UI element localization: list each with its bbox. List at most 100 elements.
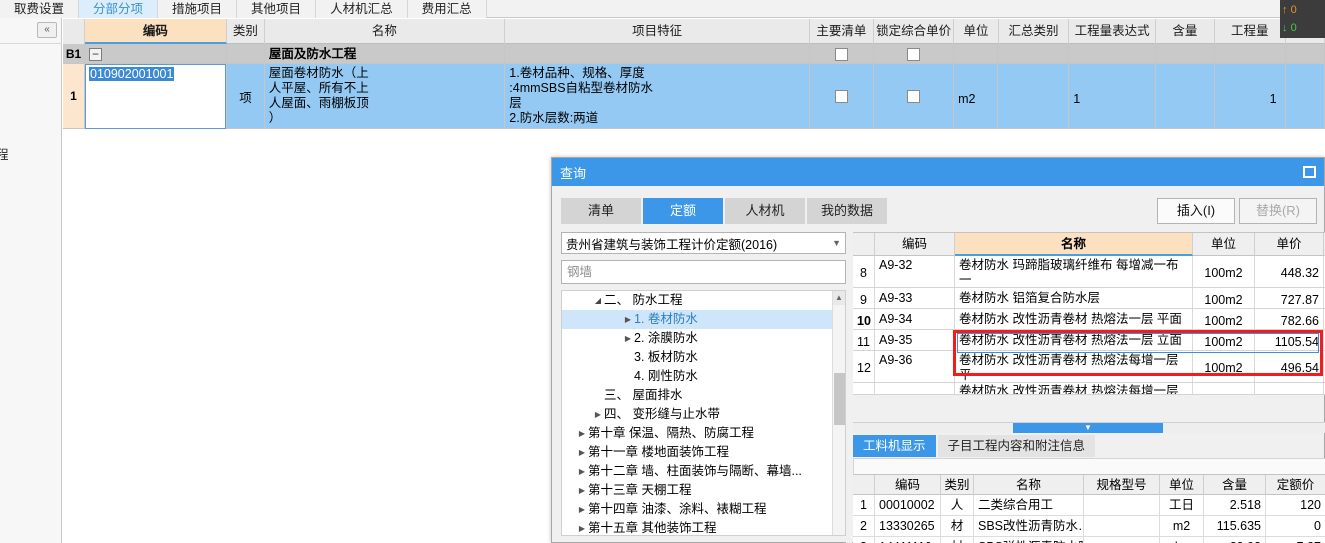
library-select[interactable]: 贵州省建筑与装饰工程计价定额(2016) ▼ [561, 232, 846, 254]
tree-node-变形缝与止水带[interactable]: ▶ 四、 变形缝与止水带 [562, 405, 845, 424]
scroll-up-icon[interactable]: ▲ [833, 291, 845, 305]
tab-人材机[interactable]: 人材机 [725, 198, 805, 224]
col-工程量表达式[interactable]: 工程量表达式 [1069, 19, 1156, 44]
expand-arrow-icon[interactable]: ▶ [576, 481, 588, 500]
row-expander-icon[interactable]: − [89, 48, 102, 61]
expand-arrow-icon[interactable]: ▶ [622, 310, 634, 329]
cell-主要清单[interactable] [810, 64, 874, 129]
col-项目特征[interactable]: 项目特征 [505, 19, 810, 44]
cell-工程量表达式[interactable]: 1 [1069, 64, 1156, 129]
cell-含量[interactable] [1156, 64, 1215, 129]
result-grid-hscrollbar[interactable]: ▼ [853, 422, 1325, 433]
expand-arrow-icon[interactable]: ◢ [592, 291, 604, 310]
panel-splitter[interactable] [846, 232, 852, 543]
tree-node-防水工程[interactable]: ◢ 二、 防水工程 [562, 291, 845, 310]
col-主要清单[interactable]: 主要清单 [810, 19, 874, 44]
tree-node-卷材防水[interactable]: ▶ 1. 卷材防水 [562, 310, 845, 329]
tab-分部分项[interactable]: 分部分项 [79, 0, 159, 18]
col-编码[interactable]: 编码 [875, 475, 941, 495]
tree-node-第十三章[interactable]: ▶ 第十三章 天棚工程 [562, 481, 845, 500]
tab-工料机显示[interactable]: 工料机显示 [853, 435, 936, 457]
search-box[interactable] [561, 260, 846, 284]
tab-取费设置[interactable]: 取费设置 [0, 0, 80, 18]
filter-row[interactable] [853, 458, 1325, 474]
col-单位[interactable]: 单位 [954, 19, 999, 44]
tree-scroll-thumb[interactable] [834, 373, 845, 425]
checkbox-主要清单[interactable] [834, 47, 848, 61]
col-名称[interactable]: 名称 [265, 19, 506, 44]
expand-arrow-icon[interactable]: ▶ [576, 424, 588, 443]
tab-清单[interactable]: 清单 [561, 198, 641, 224]
tab-我的数据[interactable]: 我的数据 [807, 198, 887, 224]
maximize-icon[interactable] [1303, 166, 1316, 178]
cell-锁定综合单价[interactable] [874, 64, 955, 129]
col-含量[interactable]: 含量 [1156, 19, 1215, 44]
checkbox-锁定综合单价[interactable] [906, 47, 920, 61]
table-row[interactable]: 3 14411110 材 SBS弹性沥青防水胶 kg 28.92 7.87 [853, 537, 1325, 543]
cell-综合[interactable] [1286, 64, 1325, 129]
table-row[interactable]: 9 A9-33 卷材防水 铝箔复合防水层 100m2 727.87 [853, 288, 1325, 309]
tree-node-第十四章[interactable]: ▶ 第十四章 油漆、涂料、裱糊工程 [562, 500, 845, 519]
expand-arrow-icon[interactable]: ▶ [576, 500, 588, 519]
col-含量[interactable]: 含量 [1204, 475, 1266, 495]
col-工程量[interactable]: 工程量 [1215, 19, 1286, 44]
col-编码[interactable]: 编码 [84, 19, 228, 44]
cell-锁定综合单价[interactable] [874, 44, 955, 64]
table-row[interactable]: 1 00010002 人 二类综合用工 工日 2.518 120 [853, 495, 1325, 516]
tree-scrollbar[interactable]: ▲ [832, 291, 845, 535]
tab-费用汇总[interactable]: 费用汇总 [407, 0, 487, 18]
col-编码[interactable]: 编码 [875, 233, 955, 256]
tree-node-第十一章[interactable]: ▶ 第十一章 楼地面装饰工程 [562, 443, 845, 462]
expand-arrow-icon[interactable]: ▶ [622, 329, 634, 348]
collapse-panel-icon[interactable]: « [37, 22, 57, 38]
cell-工程量[interactable]: 1 [1215, 64, 1286, 129]
col-名称[interactable]: 名称 [974, 475, 1084, 495]
tree-node-第十章[interactable]: ▶ 第十章 保温、隔热、防腐工程 [562, 424, 845, 443]
table-row[interactable]: 12 A9-36 卷材防水 改性沥青卷材 热熔法每增一层 平 面 100m2 4… [853, 351, 1325, 383]
col-锁定综合单价[interactable]: 锁定综合单价 [874, 19, 955, 44]
tree-node-涂膜防水[interactable]: ▶ 2. 涂膜防水 [562, 329, 845, 348]
tree-node-第十五章[interactable]: ▶ 第十五章 其他装饰工程 [562, 519, 845, 535]
table-row[interactable]: 11 A9-35 卷材防水 改性沥青卷材 热熔法一层 立面 100m2 1105… [853, 330, 1325, 351]
tab-人材机汇总[interactable]: 人材机汇总 [316, 0, 408, 18]
table-row[interactable]: 卷材防水 改性沥青卷材 热熔法每增一层 立 [853, 383, 1325, 395]
tab-措施项目[interactable]: 措施项目 [158, 0, 238, 18]
tab-其他项目[interactable]: 其他项目 [237, 0, 317, 18]
col-单位[interactable]: 单位 [1160, 475, 1204, 495]
col-名称[interactable]: 名称 [955, 233, 1193, 256]
expand-arrow-icon[interactable]: ▶ [576, 462, 588, 481]
col-类别[interactable]: 类别 [941, 475, 974, 495]
table-row[interactable]: 2 13330265 材 SBS改性沥青防水… m2 115.635 0 [853, 516, 1325, 537]
tab-子目工程内容和附注信息[interactable]: 子目工程内容和附注信息 [937, 435, 1096, 457]
category-tree[interactable]: ◢ 二、 防水工程 ▶ 1. 卷材防水 ▶ 2. 涂膜防水 3. 板材防水 4. 刚性… [561, 290, 846, 536]
network-speed-widget[interactable]: ↑ 0 ↓ 0 [1280, 0, 1325, 38]
code-editor[interactable]: 010902001001 [85, 64, 227, 129]
cell-主要清单[interactable] [810, 44, 874, 64]
chevron-down-icon[interactable]: ▼ [832, 238, 841, 248]
tree-node-屋面排水[interactable]: 三、 屋面排水 [562, 386, 845, 405]
col-单价[interactable]: 单价 [1255, 233, 1324, 256]
checkbox-主要清单[interactable] [834, 90, 848, 103]
expand-arrow-icon[interactable]: ▶ [576, 519, 588, 535]
col-汇总类别[interactable]: 汇总类别 [999, 19, 1070, 44]
table-row[interactable]: 10 A9-34 卷材防水 改性沥青卷材 热熔法一层 平面 100m2 782.… [853, 309, 1325, 330]
checkbox-锁定综合单价[interactable] [906, 90, 920, 103]
col-规格型号[interactable]: 规格型号 [1084, 475, 1160, 495]
tree-node-刚性防水[interactable]: 4. 刚性防水 [562, 367, 845, 386]
tree-node-板材防水[interactable]: 3. 板材防水 [562, 348, 845, 367]
hscroll-thumb[interactable]: ▼ [1013, 423, 1163, 433]
cell-单位[interactable]: m2 [954, 64, 999, 129]
search-input[interactable] [567, 265, 840, 279]
insert-button[interactable]: 插入(I) [1157, 198, 1235, 224]
col-类别[interactable]: 类别 [227, 19, 265, 44]
tree-node-第十二章[interactable]: ▶ 第十二章 墙、柱面装饰与隔断、幕墙... [562, 462, 845, 481]
col-定额价[interactable]: 定额价 [1266, 475, 1325, 495]
table-row[interactable]: 1 010902001001 项 屋面卷材防水（上 人平屋、所有不上 人屋面、雨… [63, 64, 1325, 129]
expand-arrow-icon[interactable]: ▶ [592, 405, 604, 424]
cell-编码[interactable]: 010902001001 [85, 64, 228, 129]
dialog-titlebar[interactable]: 查询 [552, 158, 1324, 186]
cell-汇总类别[interactable] [998, 64, 1070, 129]
table-row[interactable]: 8 A9-32 卷材防水 玛蹄脂玻璃纤维布 每增减一布一 油 立面 100m2 … [853, 256, 1325, 288]
table-row[interactable]: B1 − 屋面及防水工程 [63, 44, 1325, 64]
expand-arrow-icon[interactable]: ▶ [576, 443, 588, 462]
